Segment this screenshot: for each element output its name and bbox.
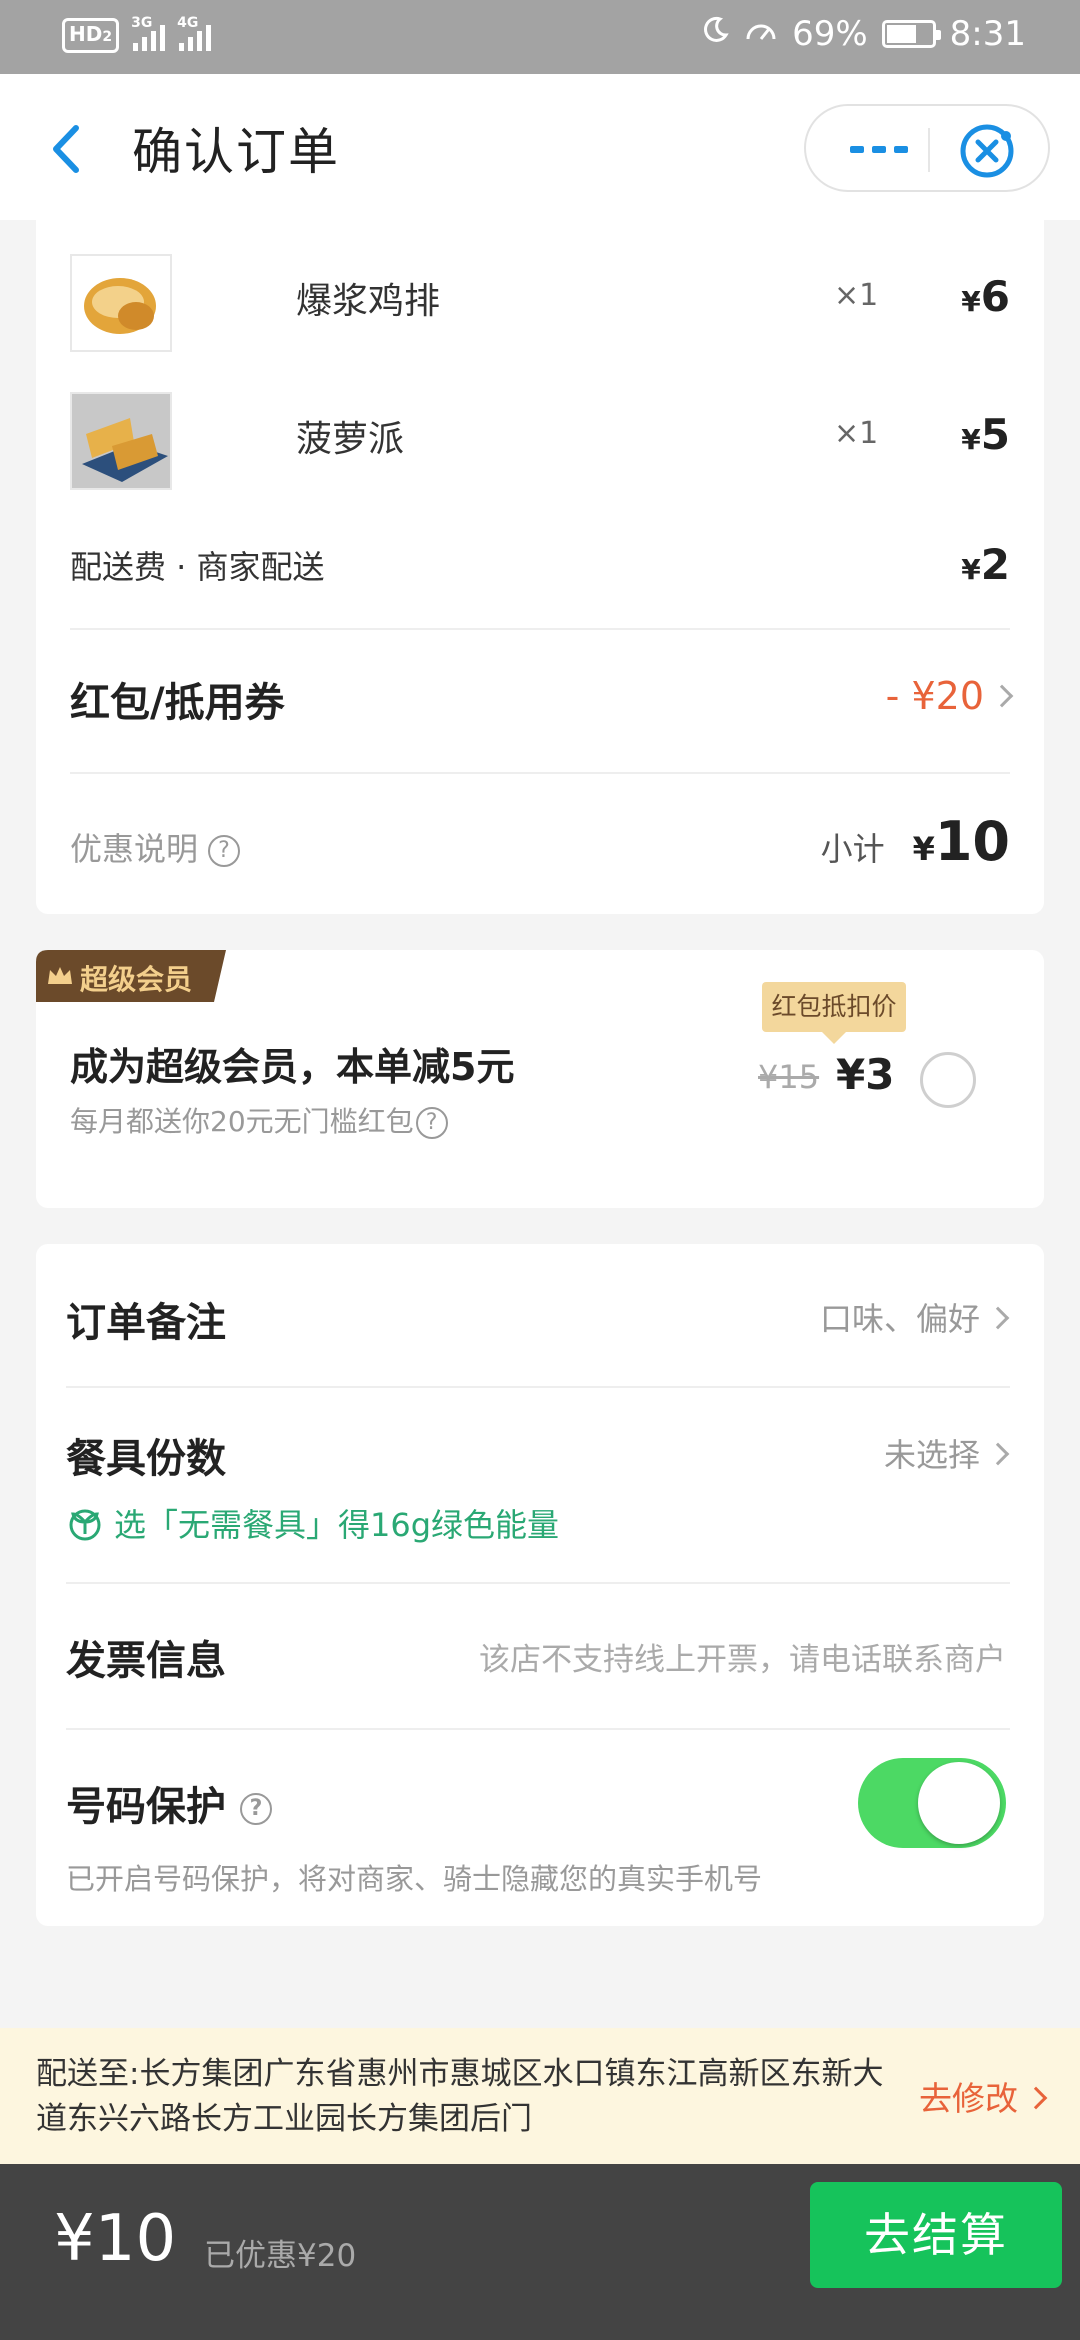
item-name: 菠萝派 [296, 419, 405, 460]
hd-badge: HD2 [62, 18, 120, 53]
super-member-card: 超级会员 成为超级会员，本单减5元 每月都送你20元无门槛红包? 红包抵扣价 ¥… [36, 950, 1044, 1208]
invoice-row: 发票信息 该店不支持线上开票，请电话联系商户 [36, 1584, 1044, 1728]
clock: 8:31 [949, 14, 1026, 54]
close-miniapp-button[interactable] [954, 118, 1020, 184]
chevron-right-icon [1024, 2086, 1048, 2109]
eco-tip: 选「无需餐具」得16g绿色能量 [66, 1500, 559, 1546]
member-new-price: ¥3 [836, 1050, 895, 1099]
subtotal: 小计 ¥10 [820, 810, 1010, 873]
checkout-button[interactable]: 去结算 [810, 2182, 1062, 2288]
delivery-fee-label: 配送费 · 商家配送 [70, 548, 325, 586]
leaf-icon [69, 1509, 101, 1541]
delivery-fee-price: ¥2 [961, 540, 1010, 589]
system-indicators: 69% 8:31 [700, 14, 1026, 54]
order-summary-card: 爆浆鸡排 ×1 ¥6 菠萝派 ×1 ¥5 配送费 · 商家配送 ¥2 红包/抵用… [36, 220, 1044, 914]
item-price: ¥6 [961, 272, 1010, 321]
signal-icon: 3G [131, 15, 166, 51]
toggle-knob [918, 1762, 1000, 1844]
miniapp-capsule [804, 104, 1050, 192]
help-icon[interactable]: ? [240, 1793, 272, 1825]
checkout-bar: ¥10 已优惠¥20 去结算 [0, 2164, 1080, 2340]
item-qty: ×1 [834, 416, 879, 451]
delivery-address: 配送至:长方集团广东省惠州市惠城区水口镇东江高新区东新大道东兴六路长方工业园长方… [36, 2056, 884, 2137]
moon-icon [700, 14, 730, 54]
discount-tooltip: 红包抵扣价 [762, 982, 906, 1044]
coupon-value: - ¥20 [886, 674, 1014, 718]
privacy-desc: 已开启号码保护，将对商家、骑士隐藏您的真实手机号 [66, 1862, 763, 1896]
more-dots-icon [850, 146, 908, 153]
chevron-right-icon [990, 684, 1014, 707]
coupon-label: 红包/抵用券 [70, 680, 285, 726]
privacy-row: 号码保护? 已开启号码保护，将对商家、骑士隐藏您的真实手机号 [36, 1730, 1044, 1926]
page-title: 确认订单 [132, 123, 340, 181]
tableware-label: 餐具份数 [66, 1436, 226, 1482]
item-image [70, 392, 172, 490]
help-icon[interactable]: ? [208, 835, 241, 867]
nav-header: 确认订单 [0, 74, 1080, 220]
signal-icon-2: 4G [177, 15, 212, 51]
member-badge: 超级会员 [36, 950, 226, 1002]
speed-icon [744, 14, 778, 54]
tableware-value: 未选择 [884, 1430, 1010, 1476]
chevron-right-icon [986, 1442, 1010, 1466]
status-bar: HD2 3G 4G 69% 8:31 [0, 0, 1080, 74]
divider [70, 772, 1010, 774]
item-image [70, 254, 172, 352]
order-note-label: 订单备注 [66, 1300, 226, 1346]
battery-percent: 69% [792, 14, 868, 54]
total-price: ¥10 [54, 2202, 177, 2276]
member-subtext: 每月都送你20元无门槛红包? [70, 1100, 448, 1140]
help-icon[interactable]: ? [415, 1107, 448, 1139]
saved-amount: 已优惠¥20 [204, 2238, 357, 2274]
privacy-toggle[interactable] [858, 1758, 1006, 1848]
order-options-card: 订单备注 口味、偏好 餐具份数 未选择 选「无需餐具」得16g绿色能量 发票信息… [36, 1244, 1044, 1926]
privacy-label: 号码保护? [66, 1774, 272, 1832]
member-old-price: ¥15 [758, 1058, 820, 1096]
capsule-divider [928, 128, 930, 172]
item-qty: ×1 [834, 278, 879, 313]
edit-address-button[interactable]: 去修改 [919, 2072, 1048, 2120]
coupon-row[interactable]: 红包/抵用券 - ¥20 [36, 630, 1044, 772]
back-button[interactable] [40, 114, 100, 184]
tableware-row[interactable]: 餐具份数 未选择 选「无需餐具」得16g绿色能量 [36, 1388, 1044, 1584]
battery-level [886, 25, 917, 43]
crown-icon [48, 967, 72, 984]
member-radio[interactable] [920, 1052, 976, 1108]
delivery-address-bar: 配送至:长方集团广东省惠州市惠城区水口镇东江高新区东新大道东兴六路长方工业园长方… [0, 2028, 1080, 2164]
invoice-value: 该店不支持线上开票，请电话联系商户 [479, 1642, 1006, 1678]
chevron-left-icon [53, 125, 79, 173]
discount-note[interactable]: 优惠说明? [70, 824, 241, 870]
chevron-right-icon [986, 1306, 1010, 1330]
order-note-value: 口味、偏好 [820, 1294, 1010, 1340]
order-note-row[interactable]: 订单备注 口味、偏好 [36, 1244, 1044, 1386]
more-button[interactable] [842, 122, 930, 178]
network-indicators: HD2 3G 4G [62, 15, 212, 53]
invoice-label: 发票信息 [66, 1638, 226, 1684]
close-target-icon [960, 124, 1014, 178]
item-price: ¥5 [961, 410, 1010, 459]
item-name: 爆浆鸡排 [296, 281, 441, 322]
battery-icon [881, 20, 941, 48]
member-headline: 成为超级会员，本单减5元 [70, 1045, 515, 1089]
